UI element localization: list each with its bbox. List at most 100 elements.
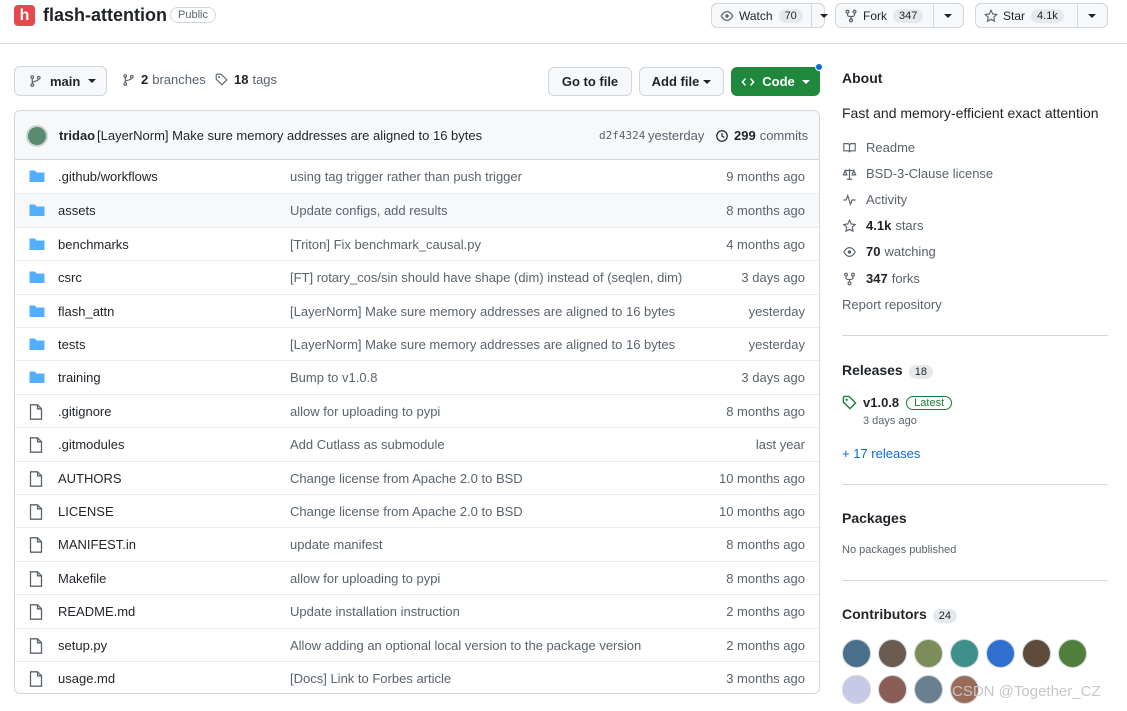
file-commit-message-link[interactable]: Change license from Apache 2.0 to BSD bbox=[290, 471, 523, 486]
star-main[interactable]: Star 4.1k bbox=[976, 4, 1077, 27]
go-to-file-button[interactable]: Go to file bbox=[548, 67, 632, 96]
file-name-link[interactable]: csrc bbox=[58, 270, 82, 285]
file-row[interactable]: tests [LayerNorm] Make sure memory addres… bbox=[15, 327, 819, 360]
file-icon bbox=[29, 504, 43, 523]
file-name-link[interactable]: Makefile bbox=[58, 571, 106, 586]
file-commit-message-link[interactable]: Bump to v1.0.8 bbox=[290, 370, 377, 385]
file-name-link[interactable]: .gitignore bbox=[58, 404, 111, 419]
star-button[interactable]: Star 4.1k bbox=[975, 3, 1108, 28]
branch-select-button[interactable]: main bbox=[14, 66, 107, 96]
file-name-link[interactable]: flash_attn bbox=[58, 304, 114, 319]
contributor-avatar[interactable] bbox=[1022, 639, 1051, 668]
contributor-avatar[interactable] bbox=[878, 675, 907, 704]
avatar[interactable] bbox=[26, 125, 48, 147]
fork-icon bbox=[844, 272, 855, 285]
contributor-avatar[interactable] bbox=[914, 639, 943, 668]
contributor-avatar[interactable] bbox=[986, 639, 1015, 668]
file-icon bbox=[29, 437, 43, 456]
star-dropdown[interactable] bbox=[1077, 4, 1104, 27]
file-row[interactable]: LICENSE Change license from Apache 2.0 to… bbox=[15, 494, 819, 527]
packages-heading[interactable]: Packages bbox=[842, 510, 907, 526]
latest-release-link[interactable]: v1.0.8 Latest bbox=[842, 395, 953, 410]
file-commit-message-link[interactable]: [Docs] Link to Forbes article bbox=[290, 671, 451, 686]
contributor-avatar[interactable] bbox=[842, 675, 871, 704]
file-row[interactable]: AUTHORS Change license from Apache 2.0 to… bbox=[15, 460, 819, 494]
file-commit-message-link[interactable]: Update installation instruction bbox=[290, 604, 460, 619]
file-commit-message-link[interactable]: [Triton] Fix benchmark_causal.py bbox=[290, 237, 481, 252]
file-name-link[interactable]: benchmarks bbox=[58, 237, 129, 252]
latest-badge: Latest bbox=[906, 395, 953, 410]
file-name-link[interactable]: LICENSE bbox=[58, 504, 114, 519]
file-row[interactable]: README.md Update installation instruction… bbox=[15, 594, 819, 627]
file-name-link[interactable]: README.md bbox=[58, 604, 135, 619]
file-name-link[interactable]: .gitmodules bbox=[58, 437, 124, 452]
file-name-link[interactable]: AUTHORS bbox=[58, 471, 122, 486]
file-commit-message-link[interactable]: Change license from Apache 2.0 to BSD bbox=[290, 504, 523, 519]
file-commit-message-link[interactable]: allow for uploading to pypi bbox=[290, 571, 440, 586]
file-row[interactable]: .github/workflows using tag trigger rathe… bbox=[15, 160, 819, 193]
repo-name-link[interactable]: flash-attention bbox=[43, 5, 167, 26]
contributor-avatar[interactable] bbox=[878, 639, 907, 668]
file-row[interactable]: Makefile allow for uploading to pypi 8 mon… bbox=[15, 560, 819, 594]
file-name-link[interactable]: training bbox=[58, 370, 101, 385]
file-row[interactable]: assets Update configs, add results 8 month… bbox=[15, 193, 819, 227]
fork-dropdown[interactable] bbox=[933, 4, 960, 27]
file-row[interactable]: csrc [FT] rotary_cos/sin should have shap… bbox=[15, 260, 819, 293]
file-name-link[interactable]: assets bbox=[58, 203, 96, 218]
watchers-link[interactable]: 70 watching bbox=[842, 244, 936, 259]
contributor-avatar[interactable] bbox=[842, 639, 871, 668]
code-button[interactable]: Code bbox=[731, 67, 820, 96]
file-row[interactable]: usage.md [Docs] Link to Forbes article 3 m… bbox=[15, 661, 819, 693]
file-name-link[interactable]: setup.py bbox=[58, 638, 107, 653]
file-row[interactable]: .gitignore allow for uploading to pypi 8 m… bbox=[15, 393, 819, 427]
fork-button[interactable]: Fork 347 bbox=[835, 3, 964, 28]
fork-main[interactable]: Fork 347 bbox=[836, 4, 933, 27]
commits-history-link[interactable]: 299 commits bbox=[715, 128, 808, 143]
star-count: 4.1k bbox=[1031, 8, 1064, 23]
contributor-avatar[interactable] bbox=[1058, 639, 1087, 668]
forks-link[interactable]: 347 forks bbox=[842, 271, 920, 286]
file-commit-message-link[interactable]: Allow adding an optional local version t… bbox=[290, 638, 641, 653]
file-name-link[interactable]: tests bbox=[58, 337, 85, 352]
license-link[interactable]: BSD-3-Clause license bbox=[842, 166, 993, 181]
report-repository-link[interactable]: Report repository bbox=[842, 297, 942, 312]
contributor-avatar[interactable] bbox=[914, 675, 943, 704]
file-commit-message-link[interactable]: Update configs, add results bbox=[290, 203, 448, 218]
stars-link[interactable]: 4.1k stars bbox=[842, 218, 923, 233]
commit-author-link[interactable]: tridao bbox=[59, 128, 95, 143]
file-commit-message-link[interactable]: [FT] rotary_cos/sin should have shape (d… bbox=[290, 270, 682, 285]
contributors-heading[interactable]: Contributors 24 bbox=[842, 606, 958, 623]
file-name-link[interactable]: usage.md bbox=[58, 671, 115, 686]
watch-button[interactable]: Watch 70 bbox=[711, 3, 828, 28]
file-commit-message-link[interactable]: allow for uploading to pypi bbox=[290, 404, 440, 419]
stars-count: 4.1k bbox=[866, 218, 892, 233]
file-commit-message-link[interactable]: [LayerNorm] Make sure memory addresses a… bbox=[290, 304, 675, 319]
readme-link[interactable]: Readme bbox=[842, 140, 915, 155]
add-file-button[interactable]: Add file bbox=[639, 67, 724, 96]
commit-message-link[interactable]: [LayerNorm] Make sure memory addresses a… bbox=[97, 128, 482, 143]
contributor-avatar[interactable] bbox=[950, 639, 979, 668]
releases-heading[interactable]: Releases 18 bbox=[842, 362, 933, 379]
file-icon bbox=[29, 570, 43, 590]
file-commit-message-link[interactable]: using tag trigger rather than push trigg… bbox=[290, 169, 522, 184]
watch-count: 70 bbox=[778, 8, 803, 23]
tags-link[interactable]: 18 tags bbox=[215, 72, 277, 87]
file-row[interactable]: benchmarks [Triton] Fix benchmark_causal.… bbox=[15, 226, 819, 260]
commit-sha-link[interactable]: d2f4324 bbox=[599, 129, 645, 142]
file-commit-message-link[interactable]: [LayerNorm] Make sure memory addresses a… bbox=[290, 337, 675, 352]
file-row[interactable]: setup.py Allow adding an optional local v… bbox=[15, 627, 819, 661]
file-browser: tridao [LayerNorm] Make sure memory addr… bbox=[14, 110, 820, 694]
watch-main[interactable]: Watch 70 bbox=[712, 4, 811, 27]
more-releases-link[interactable]: + 17 releases bbox=[842, 446, 920, 461]
watch-dropdown[interactable] bbox=[810, 4, 836, 27]
branches-link[interactable]: 2 branches bbox=[122, 72, 206, 87]
file-name-link[interactable]: .github/workflows bbox=[58, 169, 158, 184]
file-row[interactable]: flash_attn [LayerNorm] Make sure memory a… bbox=[15, 293, 819, 327]
file-commit-message-link[interactable]: Add Cutlass as submodule bbox=[290, 437, 445, 452]
file-row[interactable]: MANIFEST.in update manifest 8 months ago bbox=[15, 527, 819, 560]
activity-link[interactable]: Activity bbox=[842, 192, 907, 207]
file-row[interactable]: training Bump to v1.0.8 3 days ago bbox=[15, 360, 819, 393]
file-row[interactable]: .gitmodules Add Cutlass as submodule last … bbox=[15, 427, 819, 460]
file-commit-message-link[interactable]: update manifest bbox=[290, 537, 383, 552]
file-name-link[interactable]: MANIFEST.in bbox=[58, 537, 136, 552]
